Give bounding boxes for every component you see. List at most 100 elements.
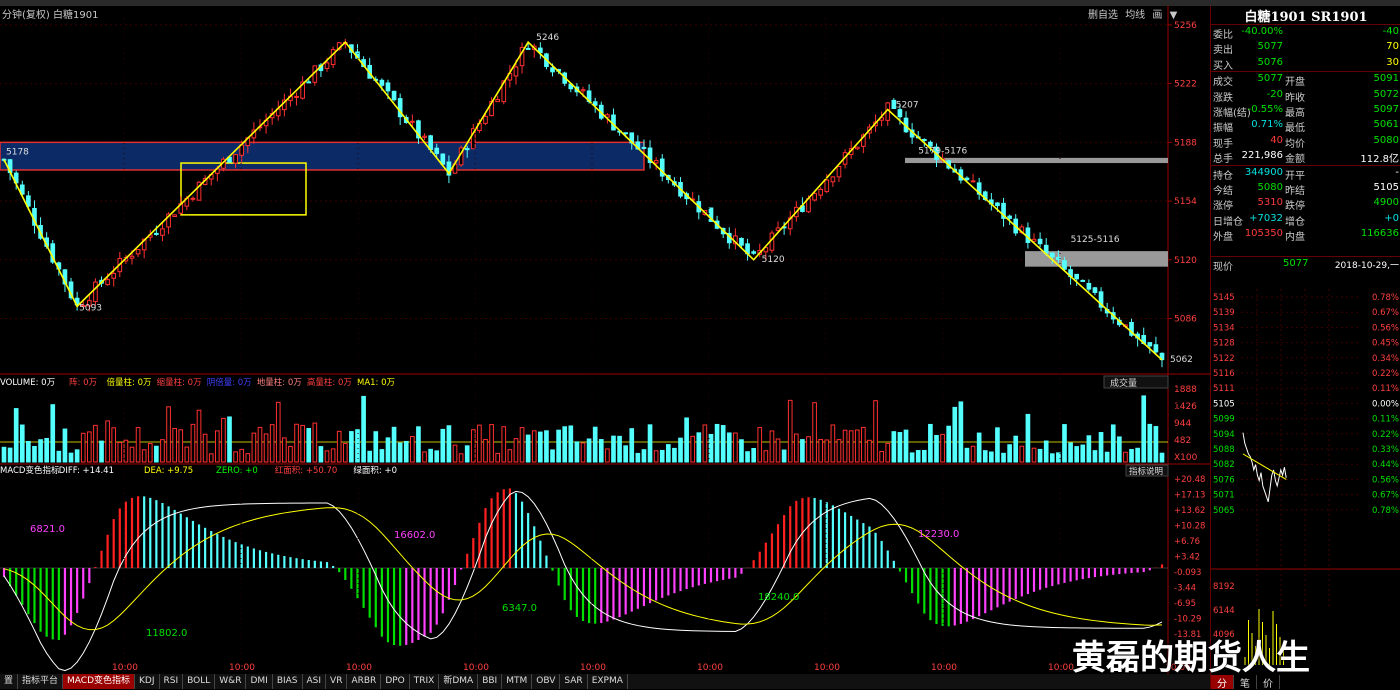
tab-trix[interactable]: TRIX bbox=[410, 674, 440, 689]
quote-value: 5072 bbox=[1373, 88, 1399, 100]
tab-asi[interactable]: ASI bbox=[303, 674, 327, 689]
watermark: 黄磊的期货人生 bbox=[1072, 638, 1310, 678]
volume-bar bbox=[38, 439, 43, 463]
tab-bias[interactable]: BIAS bbox=[273, 674, 303, 689]
volume-bar bbox=[458, 453, 464, 463]
quote-row: 成交 5077 开盘 5091 bbox=[1211, 72, 1400, 88]
candle-body bbox=[385, 82, 391, 92]
volume-bar bbox=[714, 423, 720, 463]
volume-bar bbox=[489, 424, 494, 463]
tab-rsi[interactable]: RSI bbox=[160, 674, 184, 689]
macd-tick-label: +17.13 bbox=[1174, 491, 1205, 501]
tab-wr[interactable]: W&R bbox=[215, 674, 247, 689]
volume-bar bbox=[1159, 452, 1165, 463]
quote-value: +7032 bbox=[1249, 212, 1283, 224]
macd-tick-label: +3.42 bbox=[1174, 553, 1200, 563]
volume-bar bbox=[708, 434, 714, 463]
volume-bar bbox=[288, 445, 293, 463]
mini-price-tick: 5122 bbox=[1213, 354, 1235, 364]
price-annotation: 5062 bbox=[1170, 355, 1193, 365]
mini-volume-tick: 6144 bbox=[1213, 606, 1235, 616]
tab-bbi[interactable]: BBI bbox=[478, 674, 503, 689]
quote-value: 5105 bbox=[1373, 181, 1399, 193]
volume-bar bbox=[989, 451, 994, 463]
tab-kdj[interactable]: KDJ bbox=[135, 674, 160, 689]
mini-price-tick: 5088 bbox=[1213, 445, 1235, 455]
volume-legend-item: MA1: 0万 bbox=[357, 378, 395, 388]
volume-bar bbox=[861, 426, 866, 463]
quote-row: 今结 5080 昨结 5105 bbox=[1211, 181, 1400, 197]
tab-newdma[interactable]: 新DMA bbox=[439, 674, 479, 689]
mini-avg-line bbox=[1242, 453, 1287, 480]
tab-settings[interactable]: 置 bbox=[0, 674, 19, 689]
candle-body bbox=[550, 67, 555, 73]
volume-bar bbox=[513, 438, 519, 463]
quote-value: 40 bbox=[1270, 134, 1283, 146]
volume-legend-item: 高量柱: 0万 bbox=[307, 377, 352, 388]
candle-body bbox=[1080, 279, 1086, 282]
quote-row: 涨幅(结) -0.55% 最高 5097 bbox=[1211, 103, 1400, 119]
tab-obv[interactable]: OBV bbox=[532, 674, 561, 689]
volume-bar bbox=[275, 401, 281, 463]
mini-pct-tick: 0.56% bbox=[1372, 323, 1399, 333]
volume-bar bbox=[464, 445, 470, 463]
quote-label: 增仓 bbox=[1285, 216, 1305, 228]
quote-title: 白糖1901 SR1901 bbox=[1211, 6, 1400, 25]
volume-bar bbox=[446, 425, 452, 463]
current-price-label: 现价 bbox=[1213, 262, 1233, 274]
volume-bar bbox=[1092, 450, 1098, 463]
volume-bar bbox=[1129, 449, 1134, 463]
time-tick-label: 10:00 bbox=[697, 663, 723, 673]
mini-pct-tick: 0.45% bbox=[1372, 339, 1399, 349]
candle-body bbox=[1037, 238, 1043, 245]
volume-bar bbox=[233, 451, 238, 463]
volume-bar bbox=[202, 433, 208, 463]
tab-mtm[interactable]: MTM bbox=[502, 674, 533, 689]
mini-price-tick: 5116 bbox=[1213, 369, 1235, 379]
tab-indicator-platform[interactable]: 指标平台 bbox=[18, 674, 64, 689]
quote-label: 日增仓 bbox=[1213, 216, 1243, 228]
candle-body bbox=[172, 214, 177, 217]
macd-area-label: 6821.0 bbox=[30, 524, 65, 535]
candle-body bbox=[623, 132, 628, 135]
volume-bar bbox=[19, 424, 25, 463]
volume-bar bbox=[873, 400, 878, 463]
volume-bar bbox=[495, 452, 501, 463]
candle-body bbox=[154, 232, 159, 235]
current-price-row: 现价 5077 2018-10-29,一 bbox=[1211, 256, 1400, 274]
tab-arbr[interactable]: ARBR bbox=[347, 674, 382, 689]
time-tick-label: 10:00 bbox=[229, 663, 255, 673]
mini-pct-tick: 0.67% bbox=[1372, 491, 1399, 501]
quote-label: 卖出 bbox=[1213, 45, 1233, 57]
volume-bar bbox=[440, 428, 446, 463]
candle-body bbox=[854, 146, 860, 150]
candle-body bbox=[830, 176, 836, 183]
tab-vr[interactable]: VR bbox=[326, 674, 348, 689]
macd-legend-item: 绿面积: +0 bbox=[353, 465, 397, 476]
quote-label: 均价 bbox=[1285, 138, 1305, 150]
volume-bar bbox=[842, 429, 848, 463]
volume-bar bbox=[117, 442, 123, 463]
volume-bar bbox=[605, 448, 610, 463]
tab-expma[interactable]: EXPMA bbox=[588, 674, 628, 689]
candle-body bbox=[129, 255, 135, 259]
tab-macd[interactable]: MACD变色指标 bbox=[63, 674, 136, 689]
volume-bar bbox=[428, 448, 433, 463]
volume-bar bbox=[733, 432, 738, 463]
volume-bar bbox=[830, 424, 836, 463]
tab-dmi[interactable]: DMI bbox=[246, 674, 273, 689]
quote-row: 涨停 5310 跌停 4900 bbox=[1211, 196, 1400, 212]
candle-body bbox=[964, 177, 970, 181]
time-tick-label: 10:00 bbox=[112, 663, 138, 673]
volume-bar bbox=[848, 430, 854, 463]
tab-boll[interactable]: BOLL bbox=[183, 674, 216, 689]
candle-body bbox=[921, 138, 927, 141]
tab-sar[interactable]: SAR bbox=[560, 674, 588, 689]
tab-dpo[interactable]: DPO bbox=[381, 674, 410, 689]
price-annotation: 5093 bbox=[79, 303, 102, 313]
mini-price-tick: 5105 bbox=[1213, 399, 1235, 409]
candle-body bbox=[391, 90, 397, 101]
mini-price-tick: 5094 bbox=[1213, 430, 1235, 440]
volume-bar bbox=[556, 429, 561, 463]
volume-legend-item: VOLUME: 0万 bbox=[0, 378, 55, 388]
